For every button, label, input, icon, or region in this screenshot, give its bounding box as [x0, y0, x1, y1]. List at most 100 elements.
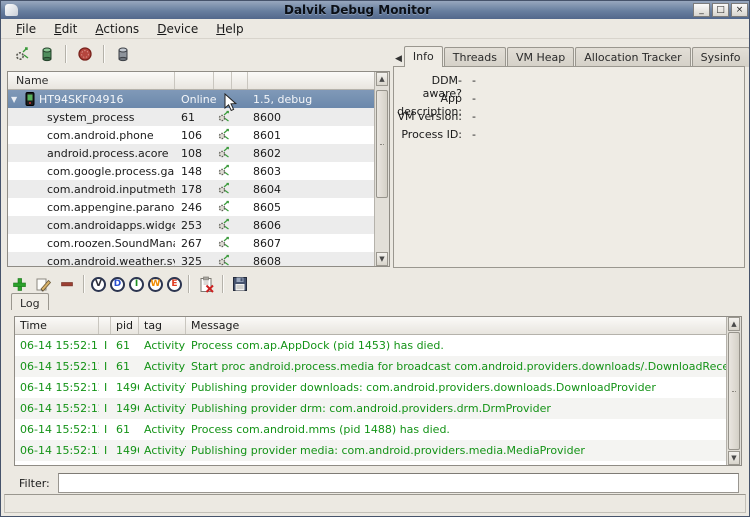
log-level-i-button[interactable]: I: [129, 277, 144, 292]
info-field-value: -: [462, 128, 476, 141]
toolbar-separator: [65, 45, 67, 63]
menu-edit[interactable]: Edit: [45, 20, 86, 38]
menu-device[interactable]: Device: [148, 20, 207, 38]
window-title: Dalvik Debug Monitor: [22, 3, 693, 17]
info-field-label: VM version:: [394, 110, 462, 123]
tab-allocation-tracker[interactable]: Allocation Tracker: [575, 47, 690, 67]
tree-scrollbar[interactable]: ▲ ▼: [374, 72, 389, 266]
log-column-Message[interactable]: Message: [186, 317, 726, 334]
tab-vm-heap[interactable]: VM Heap: [507, 47, 574, 67]
log-scrollbar[interactable]: ▲ ▼: [726, 317, 741, 465]
right-tab-bar: ◀ InfoThreadsVM HeapAllocation TrackerSy…: [393, 46, 745, 67]
tree-column-blank[interactable]: [232, 72, 248, 89]
debug-status-icon: [216, 128, 230, 142]
tree-column-name[interactable]: Name: [8, 72, 175, 89]
scroll-down-icon[interactable]: ▼: [376, 252, 388, 266]
scroll-up-icon[interactable]: ▲: [376, 72, 388, 86]
log-tab[interactable]: Log: [11, 293, 49, 310]
debug-status-icon: [216, 146, 230, 160]
debug-status-icon: [216, 182, 230, 196]
menu-actions[interactable]: Actions: [86, 20, 148, 38]
log-cell-message: Publishing provider downloads: com.andro…: [186, 381, 726, 394]
process-row[interactable]: com.android.inputmethod.latin1788604: [8, 180, 374, 198]
process-row[interactable]: android.process.acore1088602: [8, 144, 374, 162]
log-level-d-button[interactable]: D: [110, 277, 125, 292]
log-row[interactable]: 06-14 15:52:12.I1496ActivityThreadPublis…: [15, 398, 726, 419]
menu-help[interactable]: Help: [207, 20, 252, 38]
delete-filter-button[interactable]: [55, 273, 79, 295]
log-column-tag[interactable]: tag: [139, 317, 186, 334]
tree-column-state[interactable]: [175, 72, 214, 89]
toolbar-separator: [83, 275, 85, 293]
process-name: com.appengine.paranoid_android: [8, 201, 175, 214]
log-cell-level: I: [99, 423, 111, 436]
log-scrollbar-thumb[interactable]: [728, 332, 740, 450]
log-cell-tag: ActivityManager: [139, 423, 186, 436]
add-filter-button[interactable]: [7, 273, 31, 295]
title-bar: Dalvik Debug Monitor _ □ ×: [1, 1, 749, 19]
menu-file[interactable]: File: [7, 20, 45, 38]
update-heap-button[interactable]: [35, 43, 59, 65]
log-table-header: TimepidtagMessage: [15, 317, 726, 335]
log-row[interactable]: 06-14 15:52:12.I61ActivityManagerStart p…: [15, 356, 726, 377]
tab-info[interactable]: Info: [404, 46, 443, 67]
process-row[interactable]: com.google.process.gapps1488603: [8, 162, 374, 180]
process-row[interactable]: com.roozen.SoundManager2678607: [8, 234, 374, 252]
tab-threads[interactable]: Threads: [444, 47, 506, 67]
info-field: Process ID:-: [394, 128, 476, 141]
log-row[interactable]: 06-14 15:52:12.I61ActivityManagerProcess…: [15, 419, 726, 440]
log-cell-level: I: [99, 339, 111, 352]
process-row[interactable]: com.android.phone1068601: [8, 126, 374, 144]
filter-input[interactable]: [58, 473, 739, 493]
edit-filter-button[interactable]: [31, 273, 55, 295]
close-button[interactable]: ×: [731, 3, 748, 17]
log-cell-time: 06-14 15:52:11.: [15, 339, 99, 352]
log-column-pid[interactable]: pid: [111, 317, 139, 334]
scroll-up-icon[interactable]: ▲: [728, 317, 740, 331]
maximize-button[interactable]: □: [712, 3, 729, 17]
log-cell-level: I: [99, 360, 111, 373]
log-section: VDIWE Log: [5, 271, 747, 493]
process-name: android.process.acore: [8, 147, 175, 160]
log-cell-message: Process com.ap.AppDock (pid 1453) has di…: [186, 339, 726, 352]
log-cell-level: I: [99, 444, 111, 457]
minimize-button[interactable]: _: [693, 3, 710, 17]
scroll-down-icon[interactable]: ▼: [728, 451, 740, 465]
update-threads-button[interactable]: [111, 43, 135, 65]
process-name: com.android.weather.sync: [8, 255, 175, 267]
tree-column-port[interactable]: [248, 72, 374, 89]
log-cell-time: 06-14 15:52:12.: [15, 402, 99, 415]
expander-icon[interactable]: ▼: [11, 95, 21, 104]
save-log-button[interactable]: [228, 273, 252, 295]
log-row[interactable]: 06-14 15:52:12.I1496ActivityThreadPublis…: [15, 377, 726, 398]
log-level-e-button[interactable]: E: [167, 277, 182, 292]
log-column-level[interactable]: [99, 317, 111, 334]
process-pid: 108: [175, 147, 214, 160]
menu-bar: FileEditActionsDeviceHelp: [1, 19, 749, 39]
clear-log-button[interactable]: [194, 273, 218, 295]
process-port: 8605: [248, 201, 374, 214]
process-row[interactable]: system_process618600: [8, 108, 374, 126]
log-row[interactable]: 06-14 15:52:11.I61ActivityManagerProcess…: [15, 335, 726, 356]
process-row[interactable]: com.appengine.paranoid_android2468605: [8, 198, 374, 216]
toolbar-separator: [188, 275, 190, 293]
process-row[interactable]: com.androidapps.widget.battery2538606: [8, 216, 374, 234]
debug-icon: [13, 46, 30, 63]
log-row[interactable]: 06-14 15:52:12.I1496ActivityThreadPublis…: [15, 440, 726, 461]
log-cell-message: Process com.android.mms (pid 1488) has d…: [186, 423, 726, 436]
tab-sysinfo[interactable]: Sysinfo: [692, 47, 750, 67]
tree-scrollbar-thumb[interactable]: [376, 90, 388, 198]
debug-process-button[interactable]: [9, 43, 33, 65]
log-cell-pid: 1496: [111, 381, 139, 394]
tree-column-debug[interactable]: [214, 72, 232, 89]
log-level-v-button[interactable]: V: [91, 277, 106, 292]
process-pid: 106: [175, 129, 214, 142]
device-row[interactable]: ▼HT94SKF04916Online1.5, debug: [8, 90, 374, 108]
stop-process-button[interactable]: [73, 43, 97, 65]
ddms-window: Dalvik Debug Monitor _ □ × FileEditActio…: [0, 0, 750, 517]
process-row[interactable]: com.android.weather.sync3258608: [8, 252, 374, 266]
log-cell-tag: ActivityManager: [139, 360, 186, 373]
process-name: com.android.phone: [8, 129, 175, 142]
log-column-Time[interactable]: Time: [15, 317, 99, 334]
log-level-w-button[interactable]: W: [148, 277, 163, 292]
